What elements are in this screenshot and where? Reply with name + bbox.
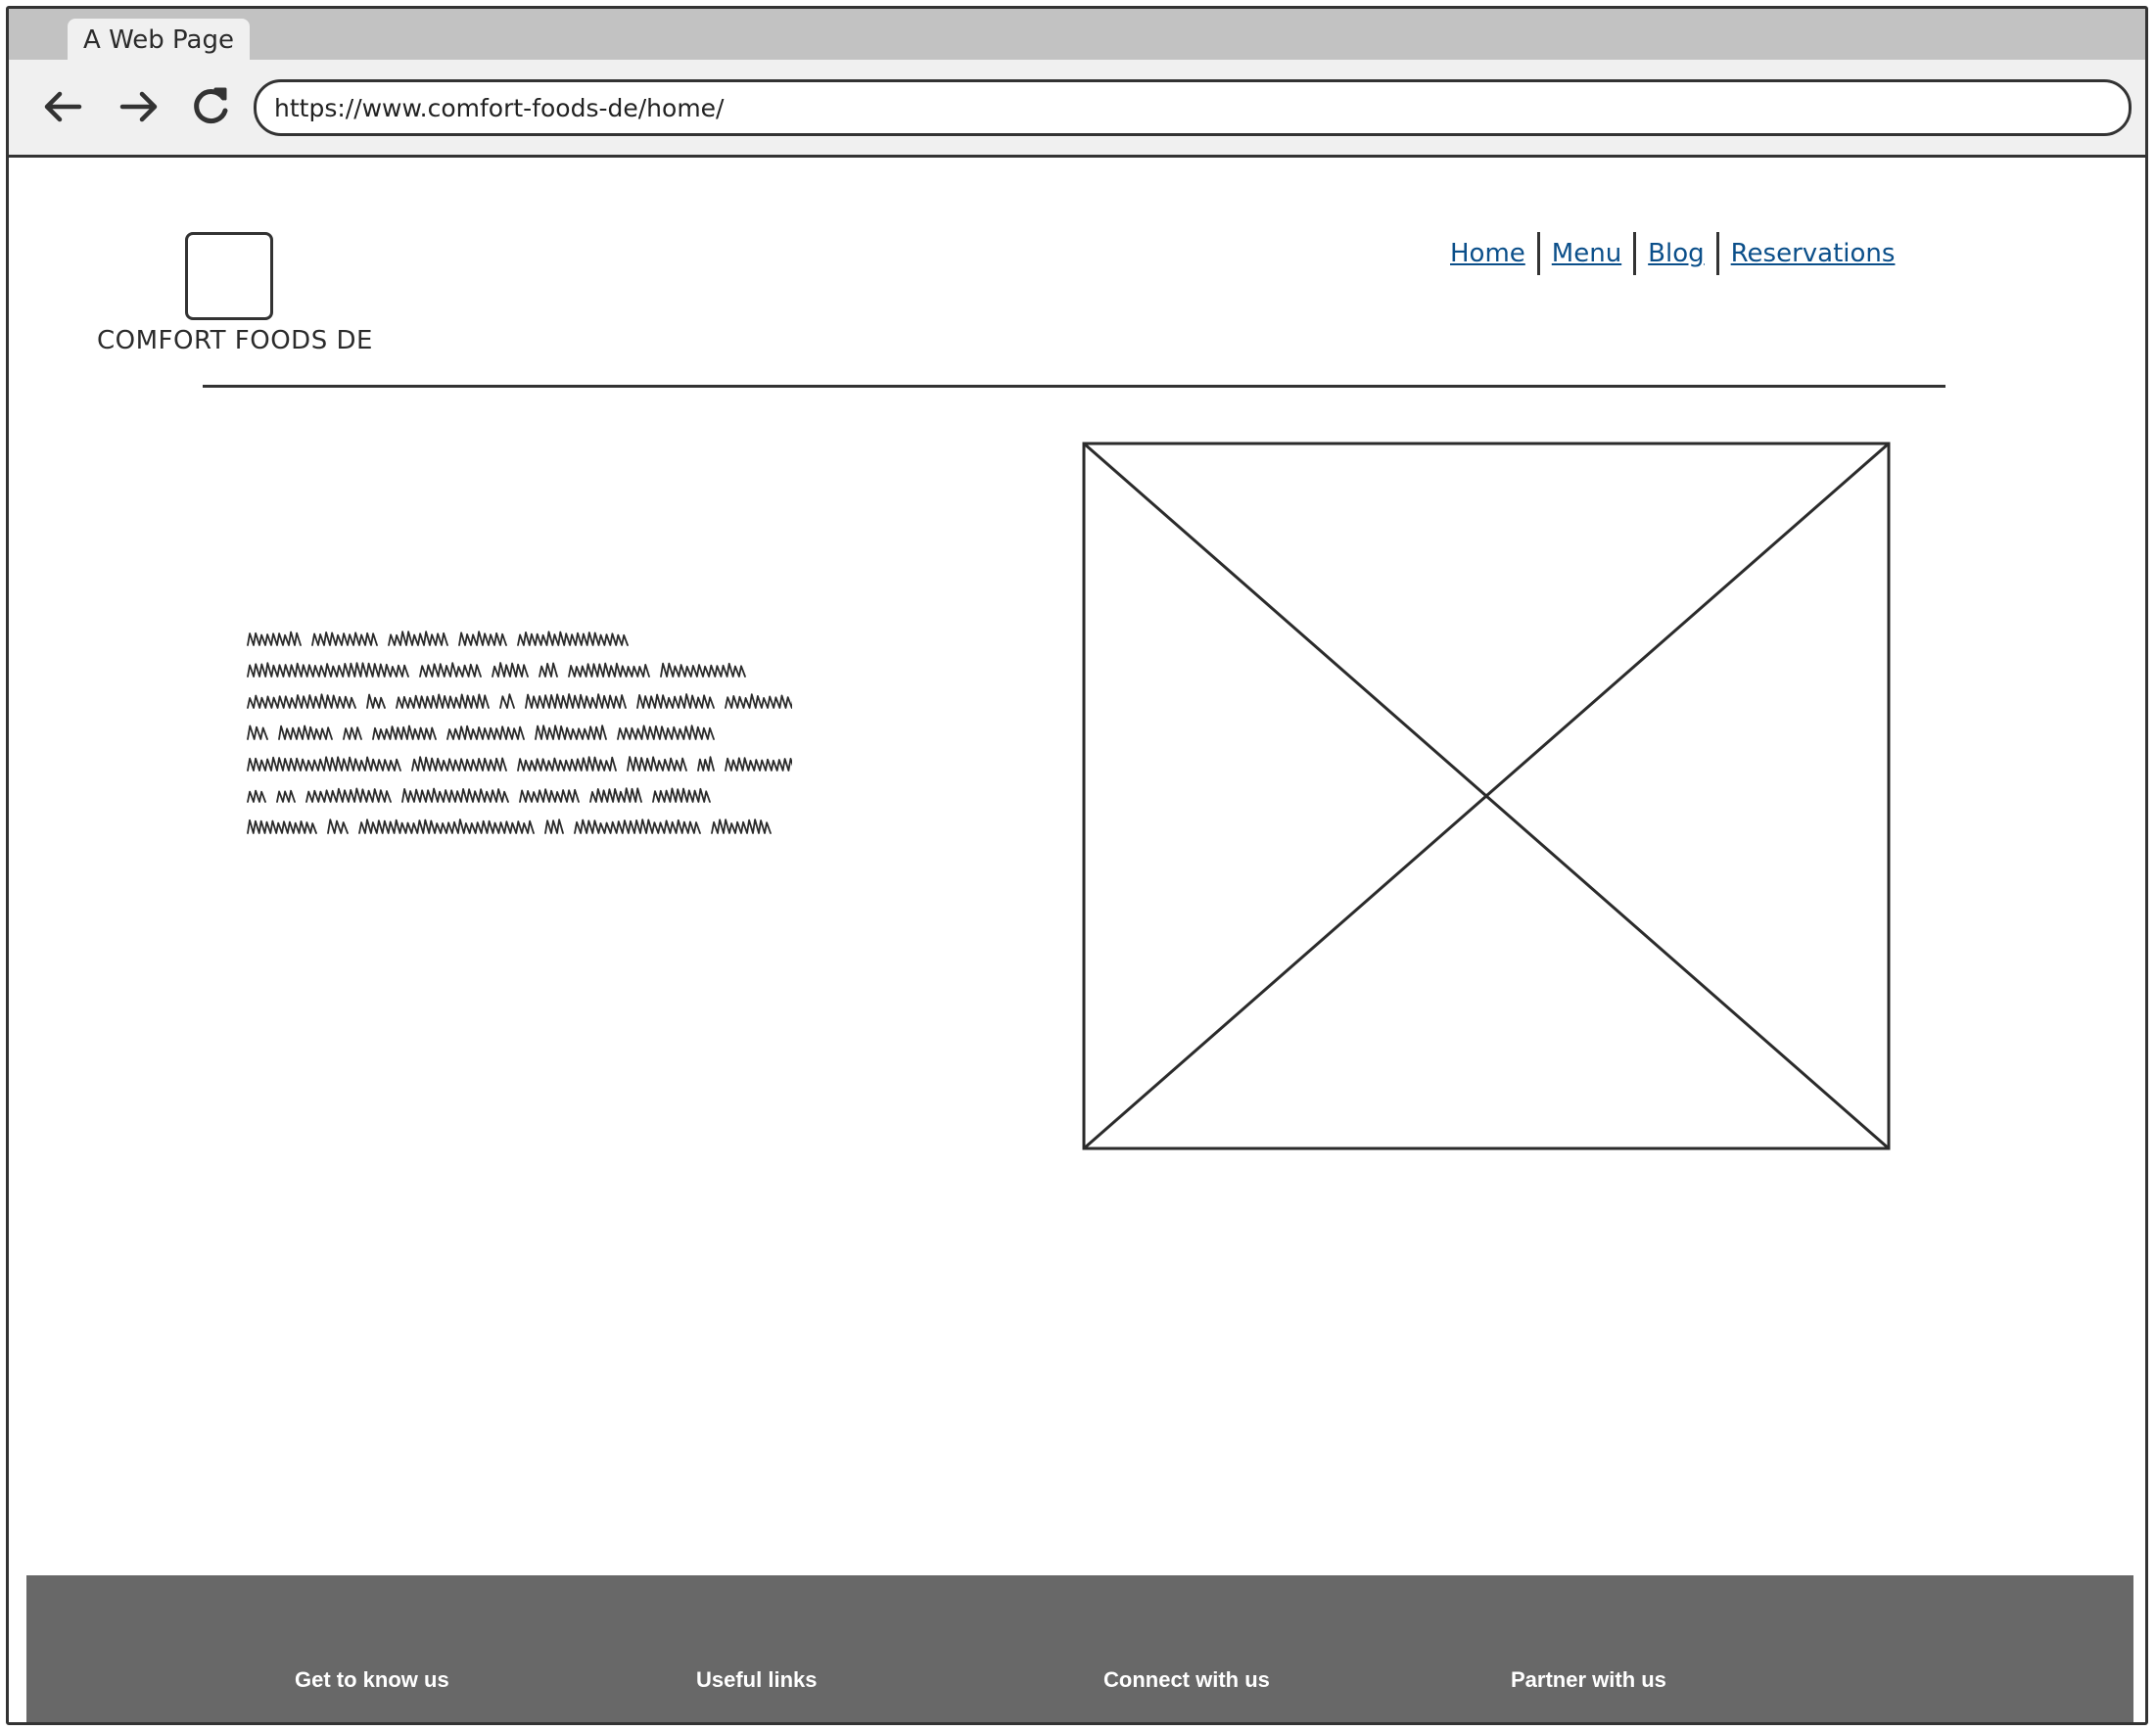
scribble-word	[247, 725, 268, 740]
tab-title: A Web Page	[83, 25, 234, 55]
scribble-word	[446, 725, 525, 740]
main-nav: Home Menu Blog Reservations	[1438, 231, 1906, 276]
tab-strip: A Web Page	[9, 9, 2145, 62]
scribble-word	[247, 789, 266, 803]
browser-tab[interactable]: A Web Page	[68, 19, 250, 62]
scribble-word	[589, 787, 642, 803]
scribble-word	[247, 756, 401, 772]
nav-link-menu[interactable]: Menu	[1540, 239, 1633, 268]
nav-link-reservations[interactable]: Reservations	[1719, 239, 1907, 268]
scribble-word	[636, 693, 715, 709]
scribble-word	[247, 819, 317, 834]
scribble-word	[458, 631, 507, 646]
scribble-text-lines	[247, 631, 792, 834]
scribble-word	[278, 725, 333, 740]
scribble-word	[276, 789, 296, 803]
scribble-word	[366, 693, 386, 709]
footer-link-partner-with-us[interactable]: Partner with us	[1511, 1667, 1666, 1693]
scribble-word	[519, 788, 580, 803]
footer-link-get-to-know-us[interactable]: Get to know us	[295, 1667, 449, 1693]
scribble-word	[492, 662, 529, 678]
scribble-word	[411, 756, 507, 772]
scribble-word	[568, 662, 650, 678]
page-content: COMFORT FOODS DE Home Menu Blog Reservat…	[9, 158, 2145, 1722]
forward-button[interactable]	[113, 81, 164, 132]
scribble-word	[419, 662, 482, 678]
scribble-word	[247, 693, 356, 709]
logo-placeholder[interactable]	[185, 232, 273, 320]
scribble-word	[627, 756, 687, 772]
header-divider	[203, 385, 1945, 388]
scribble-word	[517, 756, 617, 772]
nav-link-blog[interactable]: Blog	[1636, 239, 1715, 268]
scribble-word	[358, 819, 535, 834]
footer: Get to know us Useful links Connect with…	[26, 1575, 2133, 1722]
scribble-word	[725, 757, 792, 772]
scribble-word	[396, 693, 490, 709]
scribble-word	[311, 632, 378, 646]
scribble-word	[372, 725, 437, 740]
nav-link-home[interactable]: Home	[1438, 239, 1537, 268]
scribble-word	[652, 787, 711, 803]
forward-arrow-icon	[119, 91, 158, 122]
scribble-word	[327, 819, 349, 834]
scribble-word	[725, 693, 792, 709]
logo-text: COMFORT FOODS DE	[97, 326, 373, 355]
scribble-word	[544, 819, 564, 834]
placeholder-text-block	[244, 628, 792, 843]
reload-button[interactable]	[185, 81, 236, 132]
scribble-word	[388, 631, 448, 646]
address-bar[interactable]: https://www.comfort-foods-de/home/	[254, 79, 2132, 136]
browser-toolbar: https://www.comfort-foods-de/home/	[9, 60, 2145, 158]
scribble-word	[711, 819, 772, 834]
scribble-word	[617, 725, 715, 740]
scribble-word	[247, 662, 409, 678]
reload-icon	[194, 87, 228, 124]
scribble-word	[499, 693, 515, 709]
back-button[interactable]	[38, 81, 89, 132]
scribble-word	[535, 725, 607, 740]
image-placeholder	[1082, 442, 1891, 1150]
scribble-word	[401, 787, 509, 803]
scribble-word	[574, 819, 701, 834]
scribble-word	[539, 662, 558, 678]
back-arrow-icon	[44, 91, 82, 122]
scribble-word	[697, 756, 715, 772]
scribble-word	[247, 631, 302, 646]
url-text: https://www.comfort-foods-de/home/	[274, 93, 725, 122]
footer-link-connect-with-us[interactable]: Connect with us	[1103, 1667, 1270, 1693]
footer-link-useful-links[interactable]: Useful links	[696, 1667, 817, 1693]
scribble-word	[660, 662, 746, 678]
browser-window: A Web Page https://www.comfort-foods-de/…	[6, 6, 2148, 1725]
scribble-word	[343, 726, 362, 740]
scribble-word	[525, 693, 627, 709]
scribble-word	[517, 631, 629, 646]
scribble-word	[305, 787, 392, 803]
